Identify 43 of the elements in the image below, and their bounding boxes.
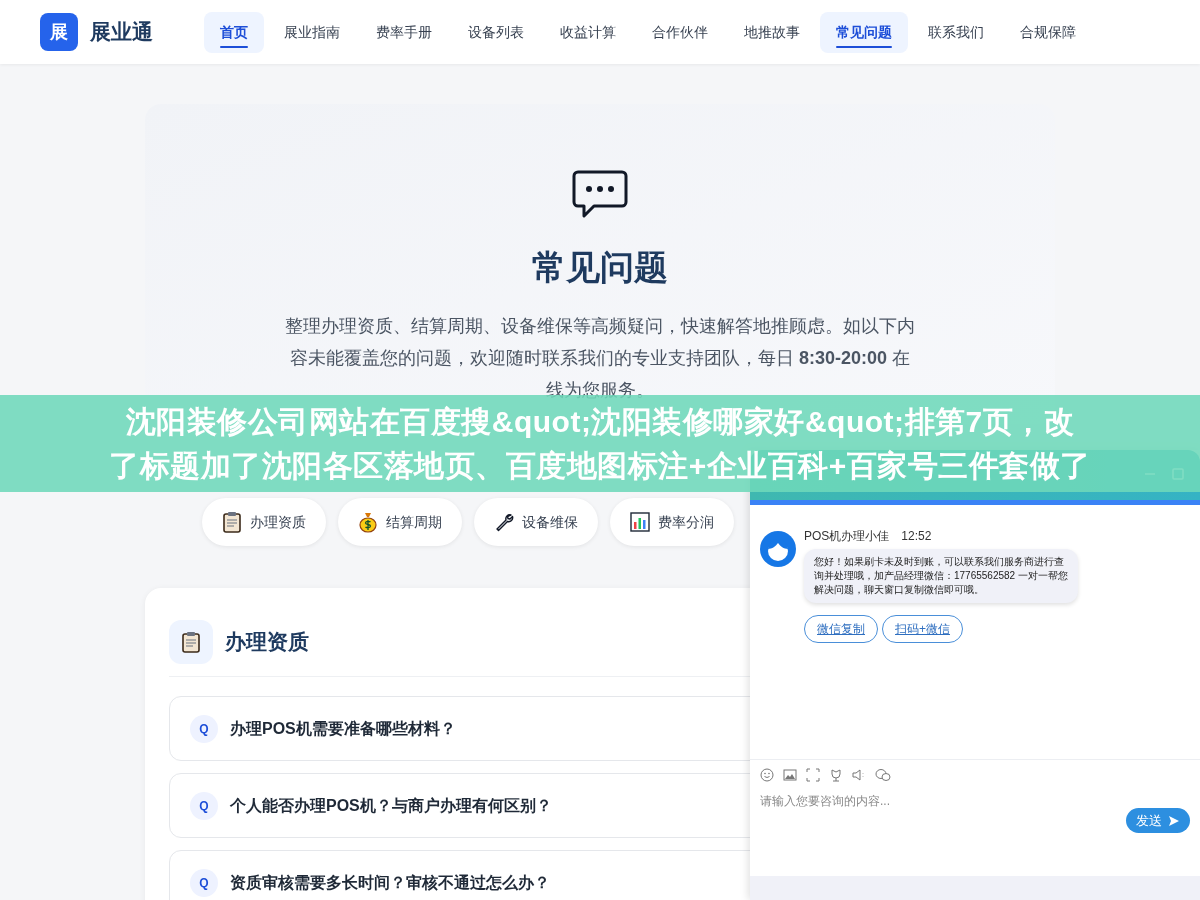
- money-bag-icon: [358, 511, 378, 533]
- brand-name: 展业通: [90, 19, 153, 46]
- message-time: 12:52: [901, 528, 932, 545]
- q-badge: Q: [190, 791, 218, 820]
- page-title: 常见问题: [532, 250, 668, 284]
- bar-chart-icon: [630, 512, 650, 532]
- category-chip[interactable]: 费率分润: [610, 498, 734, 546]
- nav-link[interactable]: 首页: [204, 11, 264, 53]
- emoji-icon[interactable]: [760, 768, 774, 782]
- question-text: 资质审核需要多长时间？审核不通过怎么办？: [230, 872, 550, 893]
- q-badge: Q: [190, 714, 218, 743]
- section-title: 办理资质: [225, 629, 309, 656]
- send-icon: [1168, 814, 1180, 827]
- clipboard-icon: [181, 631, 201, 653]
- chat-bubbles-icon[interactable]: [875, 768, 891, 782]
- nav-link[interactable]: 常见问题: [820, 11, 908, 53]
- nav-link[interactable]: 展业指南: [268, 11, 356, 53]
- category-chip[interactable]: 结算周期: [338, 498, 462, 546]
- question-text: 办理POS机需要准备哪些材料？: [230, 718, 456, 739]
- wrench-icon: [494, 512, 514, 532]
- banner-text: 沈阳装修公司网站在百度搜&quot;沈阳装修哪家好&quot;排第7页，改: [125, 403, 1075, 440]
- nav-link[interactable]: 收益计算: [544, 11, 632, 53]
- screenshot-icon[interactable]: [806, 768, 820, 782]
- banner-text: 了标题加了沈阳各区落地页、百度地图标注+企业百科+百家号三件套做了: [109, 447, 1091, 484]
- page-description: 整理办理资质、结算周期、设备维保等高频疑问，快速解答地推顾虑。如以下内容未能覆盖您的问题，欢迎随时联系我们的专业支持团队，每日 8:30-20:00 在线为您服务。: [285, 315, 915, 402]
- speaker-icon[interactable]: [852, 768, 866, 782]
- nav-link[interactable]: 设备列表: [452, 11, 540, 53]
- nav-link[interactable]: 合作伙伴: [636, 11, 724, 53]
- nav-link[interactable]: 合规保障: [1004, 11, 1092, 53]
- message-bubble: 您好！如果刷卡未及时到账，可以联系我们服务商进行查询并处理哦，加产品经理微信：17765562582 一对一帮您解决问题，聊天窗口复制微信即可哦。: [804, 549, 1078, 603]
- agent-name: POS机办理小佳: [804, 528, 890, 545]
- logo[interactable]: 展: [40, 13, 78, 51]
- nav-link[interactable]: 联系我们: [912, 11, 1000, 53]
- nav-link[interactable]: 费率手册: [360, 11, 448, 53]
- question-text: 个人能否办理POS机？与商户办理有何区别？: [230, 795, 552, 816]
- q-badge: Q: [190, 868, 218, 897]
- image-icon[interactable]: [783, 768, 797, 782]
- chat-bubble-icon: [572, 170, 628, 220]
- category-chip[interactable]: 办理资质: [202, 498, 326, 546]
- nav-link[interactable]: 地推故事: [728, 11, 816, 53]
- clipboard-icon: [222, 511, 242, 533]
- agent-avatar-icon: [760, 531, 796, 567]
- category-chip[interactable]: 设备维保: [474, 498, 598, 546]
